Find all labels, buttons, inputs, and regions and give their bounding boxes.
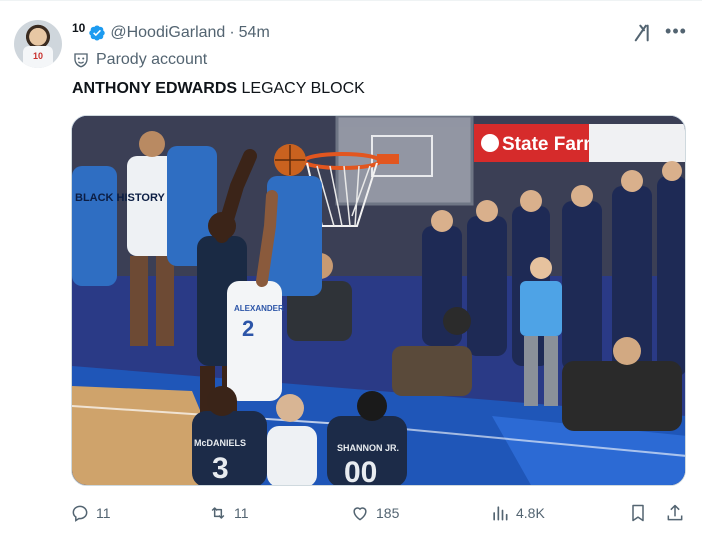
parody-label: Parody account	[96, 51, 208, 68]
verified-icon	[89, 25, 106, 41]
repost-count: 11	[234, 505, 249, 521]
share-icon	[667, 504, 683, 521]
banner-text: State Farm	[502, 134, 600, 155]
reply-count: 11	[96, 505, 111, 521]
share-button[interactable]	[665, 501, 691, 525]
bookmark-button[interactable]	[628, 501, 654, 525]
parody-badge: Parody account	[72, 51, 207, 69]
repost-button[interactable]: 11	[208, 501, 249, 525]
like-count: 185	[376, 505, 400, 521]
views-button[interactable]: 4.8K	[490, 501, 545, 525]
bookmark-icon	[632, 504, 644, 522]
views-count: 4.8K	[516, 505, 545, 521]
tweet-media-video[interactable]: State Farm BLACK HISTORY 2 ALEXANDER McD…	[71, 115, 686, 486]
like-button[interactable]: 185	[350, 501, 399, 525]
jersey-mcdaniels-name: McDANIELS	[194, 438, 246, 448]
fan-shirt-text: BLACK HISTORY	[75, 192, 166, 204]
reply-icon	[72, 505, 88, 522]
like-icon	[353, 507, 367, 521]
jersey-mcdaniels-number: 3	[212, 452, 229, 485]
tweet-header: 10 @HoodiGarland · 54m	[72, 21, 270, 45]
jersey-shannon-number: 00	[344, 456, 377, 486]
reply-button[interactable]: 11	[70, 501, 111, 525]
display-name[interactable]: 10	[72, 21, 85, 35]
tweet-text-bold: ANTHONY EDWARDS	[72, 80, 238, 97]
tweet-actions: 11 11 185 4.8K	[70, 501, 690, 525]
jersey-shannon-name: SHANNON JR.	[337, 443, 399, 453]
more-icon[interactable]: •••	[664, 22, 688, 44]
jersey-alexander-number: 2	[242, 316, 254, 341]
avatar-jersey-number: 10	[32, 51, 43, 61]
user-handle[interactable]: @HoodiGarland	[110, 24, 225, 42]
avatar[interactable]: 10	[14, 20, 62, 68]
tweet-card[interactable]: 10 10 @HoodiGarland · 54m ••• Parody acc…	[0, 0, 702, 535]
tweet-text-rest: LEGACY BLOCK	[237, 80, 365, 97]
separator-dot: ·	[229, 24, 235, 41]
jersey-alexander-name: ALEXANDER	[234, 304, 284, 313]
parody-mask-icon	[74, 53, 88, 68]
repost-icon	[211, 507, 225, 519]
tweet-text: ANTHONY EDWARDS LEGACY BLOCK	[72, 79, 365, 99]
views-icon	[493, 506, 508, 521]
timestamp[interactable]: 54m	[239, 24, 270, 42]
grok-icon[interactable]	[633, 22, 655, 44]
media-scene: State Farm BLACK HISTORY 2 ALEXANDER McD…	[72, 116, 685, 486]
